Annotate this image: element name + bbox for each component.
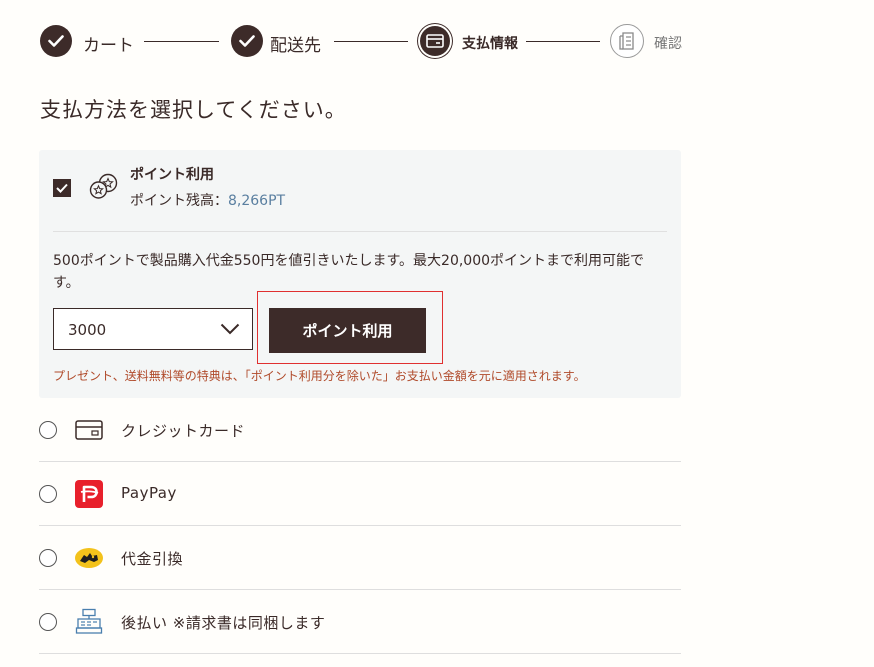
checkout-stepper: カート 配送先 支払情報 確認: [40, 24, 682, 60]
payment-method-label: 代金引換: [121, 550, 184, 568]
step-shipping-label: 配送先: [270, 36, 321, 56]
payment-method-credit-card[interactable]: クレジットカード: [39, 398, 681, 462]
step-connector: [144, 41, 219, 42]
payment-method-label: 後払い ※請求書は同梱します: [121, 614, 326, 632]
point-usage-checkbox[interactable]: [53, 179, 71, 197]
step-connector: [526, 41, 600, 42]
point-balance-value: 8,266PT: [228, 193, 286, 209]
payment-radio-paypay[interactable]: [39, 485, 57, 503]
step-payment-card-icon: [420, 26, 450, 56]
point-balance: ポイント残高：8,266PT: [130, 190, 285, 210]
coins-icon: [89, 172, 119, 200]
payment-radio-deferred[interactable]: [39, 613, 57, 631]
step-confirm-document-icon: [610, 24, 644, 58]
panel-divider: [53, 231, 667, 232]
step-shipping-check-icon: [231, 25, 263, 57]
point-description: 500ポイントで製品購入代金550円を値引きいたします。最大20,000ポイント…: [53, 253, 645, 291]
page-heading: 支払方法を選択してください。: [40, 98, 347, 122]
step-confirm-label: 確認: [654, 36, 682, 52]
chevron-down-icon: [220, 323, 240, 335]
step-connector: [334, 41, 408, 42]
step-payment-label: 支払情報: [462, 36, 518, 52]
payment-method-label: クレジットカード: [121, 422, 246, 440]
credit-card-icon: [74, 415, 104, 445]
payment-method-list: クレジットカード PayPay 代金引換 後払い ※請求書は同梱します: [39, 398, 681, 654]
apply-points-button[interactable]: ポイント利用: [269, 308, 426, 353]
invoice-register-icon: [74, 607, 104, 637]
payment-radio-cod[interactable]: [39, 549, 57, 567]
step-cart-label: カート: [83, 36, 134, 56]
yamato-cat-icon: [74, 543, 104, 573]
payment-radio-credit-card[interactable]: [39, 421, 57, 439]
payment-method-label: PayPay: [121, 484, 177, 502]
point-amount-value: 3000: [68, 321, 107, 339]
point-balance-label: ポイント残高：: [130, 193, 228, 209]
point-usage-title: ポイント利用: [130, 167, 214, 183]
point-usage-note: プレゼント、送料無料等の特典は、「ポイント利用分を除いた」お支払い金額を元に適用…: [53, 369, 586, 383]
point-usage-panel: ポイント利用 ポイント残高：8,266PT 500ポイントで製品購入代金550円…: [39, 150, 681, 398]
point-amount-select[interactable]: 3000: [53, 308, 253, 350]
payment-method-deferred[interactable]: 後払い ※請求書は同梱します: [39, 590, 681, 654]
step-cart-check-icon: [40, 25, 72, 57]
payment-method-paypay[interactable]: PayPay: [39, 462, 681, 526]
payment-method-cod[interactable]: 代金引換: [39, 526, 681, 590]
paypay-icon: [74, 479, 104, 509]
